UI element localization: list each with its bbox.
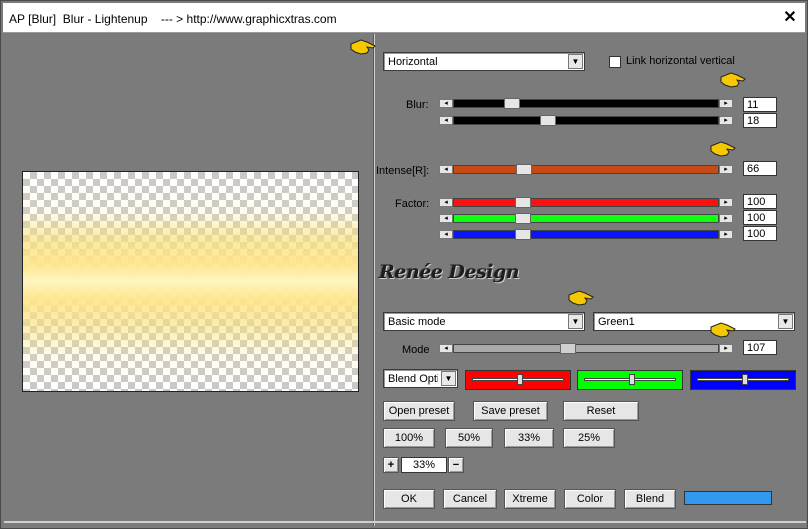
blend-red-panel[interactable] [465,370,571,390]
blend-options-value: Blend Opti [388,373,438,385]
xtreme-button[interactable]: Xtreme [504,489,556,509]
blur-label: Blur: [406,99,429,111]
intense-value[interactable]: 66 [743,161,777,176]
plugin-window: AP [Blur] Blur - Lightenup --- > http://… [0,0,808,529]
chevron-down-icon[interactable]: ▼ [441,371,456,386]
arrow-left-icon[interactable]: ◂ [439,116,453,125]
arrow-right-icon[interactable]: ▸ [719,99,733,108]
arrow-left-icon[interactable]: ◂ [439,165,453,174]
bottom-divider [4,521,806,523]
factor-value-blue[interactable]: 100 [743,226,777,241]
reset-button[interactable]: Reset [563,401,639,421]
color-swatch[interactable] [684,491,772,505]
cancel-button[interactable]: Cancel [443,489,497,509]
intense-slider[interactable]: ◂ ▸ [439,164,733,175]
preset-select[interactable]: Green1 ▼ [593,312,795,331]
preset-select-value: Green1 [598,316,635,328]
mode-label: Mode [402,344,430,356]
zoom-minus-button[interactable]: − [448,457,464,473]
link-checkbox[interactable] [609,56,621,68]
blend-green-panel[interactable] [577,370,683,390]
preview-canvas[interactable] [22,171,359,392]
title-bar: AP [Blur] Blur - Lightenup --- > http://… [3,3,805,33]
blend-button[interactable]: Blend [624,489,676,509]
arrow-left-icon[interactable]: ◂ [439,198,453,207]
arrow-right-icon[interactable]: ▸ [719,116,733,125]
factor-label: Factor: [395,198,430,210]
pointing-hand-icon [710,322,736,338]
ok-button[interactable]: OK [383,489,435,509]
direction-select[interactable]: Horizontal ▼ [383,52,585,71]
blur-slider-2[interactable]: ◂ ▸ [439,115,733,126]
pointing-hand-icon [720,72,746,88]
blend-options-select[interactable]: Blend Opti ▼ [383,369,458,388]
zoom-plus-button[interactable]: + [383,457,399,473]
mode-select[interactable]: Basic mode ▼ [383,312,585,331]
blur-value-2[interactable]: 18 [743,113,777,128]
slider-thumb[interactable] [540,115,556,126]
pointing-hand-icon [350,39,376,55]
slider-thumb[interactable] [629,374,635,385]
factor-slider-green[interactable]: ◂ ▸ [439,213,733,224]
pointing-hand-icon [710,141,736,157]
slider-thumb[interactable] [517,374,523,385]
blend-red-slider[interactable] [472,374,564,385]
arrow-left-icon[interactable]: ◂ [439,99,453,108]
arrow-right-icon[interactable]: ▸ [719,198,733,207]
arrow-right-icon[interactable]: ▸ [719,344,733,353]
zoom-50-button[interactable]: 50% [445,428,493,448]
arrow-left-icon[interactable]: ◂ [439,214,453,223]
renee-design-logo: Renée Design [379,261,520,283]
preview-image [23,172,358,391]
chevron-down-icon[interactable]: ▼ [778,314,793,329]
save-preset-button[interactable]: Save preset [473,401,548,421]
arrow-right-icon[interactable]: ▸ [719,214,733,223]
slider-thumb[interactable] [515,229,531,240]
slider-thumb[interactable] [504,98,520,109]
close-button[interactable]: ✕ [783,10,797,26]
zoom-33-button[interactable]: 33% [504,428,554,448]
slider-thumb[interactable] [560,343,576,354]
blend-blue-slider[interactable] [697,374,789,385]
arrow-right-icon[interactable]: ▸ [719,165,733,174]
mode-slider[interactable]: ◂ ▸ [439,343,733,354]
chevron-down-icon[interactable]: ▼ [568,314,583,329]
link-checkbox-label: Link horizontal vertical [626,55,735,67]
factor-value-green[interactable]: 100 [743,210,777,225]
mode-select-value: Basic mode [388,316,446,328]
zoom-25-button[interactable]: 25% [563,428,615,448]
arrow-left-icon[interactable]: ◂ [439,344,453,353]
slider-thumb[interactable] [515,197,531,208]
window-title: AP [Blur] Blur - Lightenup --- > http://… [9,12,337,26]
zoom-value[interactable]: 33% [401,457,447,473]
chevron-down-icon[interactable]: ▼ [568,54,583,69]
slider-thumb[interactable] [516,164,532,175]
blend-blue-panel[interactable] [690,370,796,390]
pointing-hand-icon [568,290,594,306]
factor-value-red[interactable]: 100 [743,194,777,209]
intense-label: Intense[R]: [376,165,430,177]
arrow-right-icon[interactable]: ▸ [719,230,733,239]
blend-green-slider[interactable] [584,374,676,385]
arrow-left-icon[interactable]: ◂ [439,230,453,239]
blur-value-1[interactable]: 11 [743,97,777,112]
panel-divider [373,34,375,526]
slider-thumb[interactable] [515,213,531,224]
blur-slider-1[interactable]: ◂ ▸ [439,98,733,109]
zoom-100-button[interactable]: 100% [383,428,435,448]
factor-slider-blue[interactable]: ◂ ▸ [439,229,733,240]
slider-thumb[interactable] [742,374,748,385]
direction-select-value: Horizontal [388,56,438,68]
open-preset-button[interactable]: Open preset [383,401,455,421]
factor-slider-red[interactable]: ◂ ▸ [439,197,733,208]
mode-value[interactable]: 107 [743,340,777,355]
color-button[interactable]: Color [564,489,616,509]
